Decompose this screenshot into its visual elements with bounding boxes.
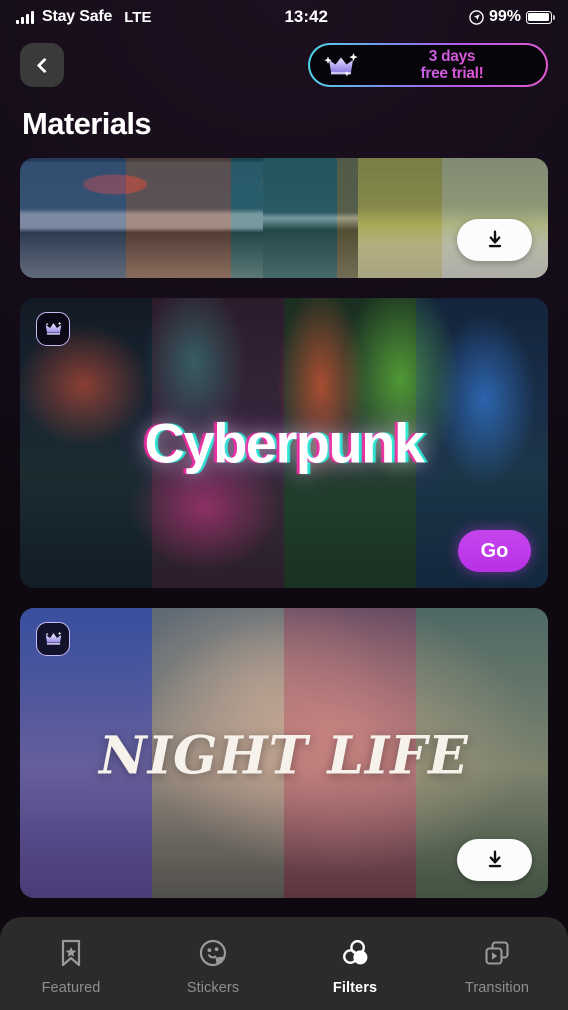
- tab-transition[interactable]: Transition: [426, 936, 568, 996]
- materials-list: Cyberpunk Go NIGHT LIFE: [0, 158, 568, 898]
- tab-label-transition: Transition: [464, 979, 530, 996]
- premium-badge-cyberpunk: [36, 312, 70, 346]
- download-button-truck[interactable]: [457, 219, 532, 261]
- free-trial-banner[interactable]: 3 days free trial!: [308, 43, 548, 87]
- status-bar-left: Stay Safe LTE: [16, 8, 151, 26]
- material-card-truck[interactable]: [20, 158, 548, 278]
- card-image-truck-right: [357, 158, 548, 278]
- clock-label: 13:42: [284, 7, 328, 26]
- tab-label-stickers: Stickers: [186, 979, 240, 996]
- tab-stickers[interactable]: Stickers: [142, 936, 284, 996]
- chevron-left-icon: [36, 57, 52, 73]
- free-trial-line-2: free trial!: [368, 65, 536, 82]
- tab-featured[interactable]: Featured: [0, 936, 142, 996]
- card-title-nightlife: NIGHT LIFE: [99, 725, 469, 787]
- download-icon: [488, 850, 501, 868]
- header-bar: 3 days free trial!: [0, 34, 568, 96]
- back-button[interactable]: [20, 43, 64, 87]
- download-button-nightlife[interactable]: [457, 839, 532, 881]
- carrier-label: Stay Safe: [42, 8, 113, 25]
- free-trial-line-1: 3 days: [368, 49, 536, 65]
- free-trial-text: 3 days free trial!: [368, 49, 536, 81]
- free-trial-banner-inner: 3 days free trial!: [310, 45, 546, 85]
- status-bar: Stay Safe LTE 13:42 99%: [0, 0, 568, 34]
- bookmark-star-icon: [57, 936, 85, 970]
- color-circles-icon: [339, 936, 371, 970]
- status-bar-right: 99%: [469, 8, 555, 26]
- page-title: Materials: [22, 106, 152, 141]
- premium-badge-nightlife: [36, 622, 70, 656]
- crown-sparkle-icon: [322, 50, 362, 80]
- tab-label-filters: Filters: [332, 979, 378, 996]
- video-frames-icon: [482, 936, 512, 970]
- material-card-nightlife[interactable]: NIGHT LIFE: [20, 608, 548, 898]
- card-image-truck-mid: [262, 158, 369, 278]
- crown-icon: [45, 321, 61, 335]
- tab-filters[interactable]: Filters: [284, 936, 426, 996]
- signal-bars-icon: [16, 10, 34, 24]
- tab-label-featured: Featured: [41, 979, 101, 996]
- bottom-tab-bar: Featured Stickers Filters Transition: [0, 917, 568, 1010]
- crown-icon: [45, 631, 61, 645]
- go-button-cyberpunk[interactable]: Go: [458, 530, 531, 572]
- sticker-face-icon: [198, 936, 228, 970]
- download-icon: [488, 230, 501, 248]
- material-card-cyberpunk[interactable]: Cyberpunk Go: [20, 298, 548, 588]
- battery-percent-label: 99%: [488, 8, 521, 25]
- battery-icon: [526, 10, 555, 24]
- location-arrow-icon: [469, 9, 484, 25]
- card-title-cyberpunk: Cyberpunk: [144, 411, 426, 475]
